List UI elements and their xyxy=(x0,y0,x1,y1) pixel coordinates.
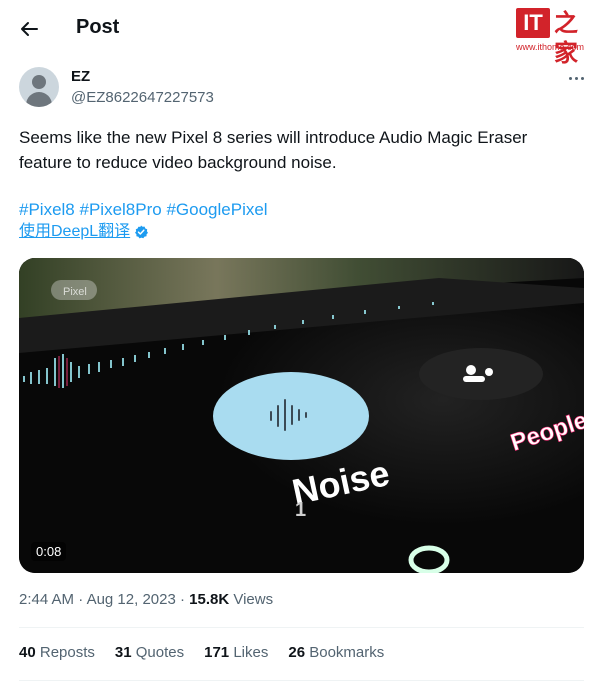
avatar-head xyxy=(32,75,46,89)
author-name[interactable]: EZ xyxy=(71,68,90,85)
divider xyxy=(19,627,584,628)
translate-label: 使用DeepL翻译 xyxy=(19,223,131,240)
stat-label: Quotes xyxy=(135,644,185,661)
video-duration: 0:08 xyxy=(31,542,67,561)
post-date[interactable]: Aug 12, 2023 xyxy=(87,591,176,608)
people-button-shape xyxy=(419,348,543,400)
video-player[interactable]: Noise 1 People Pixel 0:08 xyxy=(19,258,584,573)
avatar[interactable] xyxy=(19,67,59,107)
tweet-text: Seems like the new Pixel 8 series will i… xyxy=(19,128,528,172)
page-title: Post xyxy=(76,16,120,38)
translate-link[interactable]: 使用DeepL翻译 xyxy=(19,221,149,243)
more-icon-dot xyxy=(580,76,584,80)
stat-quotes[interactable]: 31 Quotes xyxy=(115,644,184,661)
back-button[interactable] xyxy=(14,14,44,44)
top-bar: Post IT 之家 www.ithome.com xyxy=(0,0,601,67)
meta-separator: · xyxy=(78,591,84,608)
stat-count: 40 xyxy=(19,644,36,661)
author-handle[interactable]: @EZ8622647227573 xyxy=(71,89,214,106)
views-label: Views xyxy=(233,591,274,608)
hashtag-link[interactable]: #GooglePixel xyxy=(166,200,267,219)
stat-label: Likes xyxy=(233,644,269,661)
more-icon-dot xyxy=(574,76,578,80)
stat-count: 171 xyxy=(204,644,230,661)
more-icon xyxy=(568,76,572,80)
stat-bookmarks[interactable]: 26 Bookmarks xyxy=(288,644,384,661)
stat-reposts[interactable]: 40 Reposts xyxy=(19,644,95,661)
post-meta: 2:44 AM · Aug 12, 2023 · 15.8K Views xyxy=(19,591,273,608)
stat-label: Reposts xyxy=(39,644,95,661)
stat-count: 31 xyxy=(114,644,132,661)
views-count: 15.8K xyxy=(189,591,230,608)
pixel-badge-label: Pixel xyxy=(63,286,87,298)
logo-glyph: 之家 xyxy=(554,9,578,67)
avatar-body xyxy=(26,92,52,107)
logo-mark: IT xyxy=(516,8,550,38)
video-frame: Noise 1 People Pixel xyxy=(19,258,584,573)
hashtag-list: #Pixel8 #Pixel8Pro #GooglePixel xyxy=(19,197,268,222)
more-options-button[interactable] xyxy=(562,68,590,88)
stat-count: 26 xyxy=(288,644,306,661)
meta-separator: · xyxy=(179,591,185,608)
engagement-stats: 40 Reposts 31 Quotes 171 Likes 26 Bookma… xyxy=(19,644,384,661)
back-arrow-icon xyxy=(21,22,38,36)
divider xyxy=(19,680,584,681)
hashtag-link[interactable]: #Pixel8 xyxy=(19,200,75,219)
ithome-logo: IT 之家 www.ithome.com xyxy=(516,8,596,67)
verified-icon xyxy=(135,225,149,239)
stat-likes[interactable]: 171 Likes xyxy=(204,644,268,661)
logo-url: www.ithome.com xyxy=(516,42,585,52)
hashtag-link[interactable]: #Pixel8Pro xyxy=(80,200,162,219)
stat-label: Bookmarks xyxy=(309,644,385,661)
post-time[interactable]: 2:44 AM xyxy=(19,591,74,608)
noise-number: 1 xyxy=(295,499,306,521)
